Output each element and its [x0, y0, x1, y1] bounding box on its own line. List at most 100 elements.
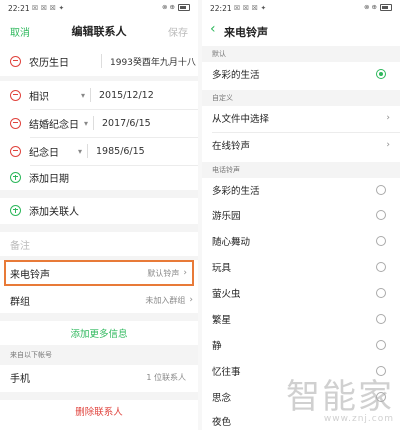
ringtone-name: 静: [212, 341, 222, 352]
date-value[interactable]: 2017/6/15: [102, 118, 151, 129]
lunar-birthday-row[interactable]: 农历生日 1993癸酉年九月十八: [0, 49, 198, 73]
chevron-right-icon: ›: [386, 113, 390, 123]
radio-icon[interactable]: [376, 210, 386, 220]
radio-icon[interactable]: [376, 314, 386, 324]
chevron-down-icon[interactable]: ▾: [81, 91, 85, 100]
watermark-logo: 智能家: [286, 377, 394, 417]
section-gap: [0, 190, 198, 198]
back-arrow-icon[interactable]: ‹: [210, 21, 216, 37]
radio-icon[interactable]: [376, 340, 386, 350]
date-row[interactable]: 纪念日 ▾ 1985/6/15: [0, 139, 198, 163]
ringtone-option[interactable]: 多彩的生活: [202, 62, 400, 86]
add-related-row[interactable]: 添加关联人: [0, 199, 198, 221]
chevron-right-icon: ›: [183, 268, 187, 278]
add-related-label: 添加关联人: [29, 206, 79, 218]
group-value: 未加入群组: [145, 295, 186, 305]
radio-icon[interactable]: [376, 262, 386, 272]
ringtone-row[interactable]: 来电铃声 默认铃声 ›: [4, 260, 194, 286]
ringtone-header: ‹ 来电铃声: [202, 16, 400, 44]
section-gap: [0, 392, 198, 400]
chevron-right-icon: ›: [386, 140, 390, 150]
date-row[interactable]: 结婚纪念日 ▾ 2017/6/15: [0, 111, 198, 135]
ringtone-name: 多彩的生活: [212, 70, 260, 81]
section-gap: [0, 76, 198, 81]
notification-icons: ☒ ☒ ☒ ✦: [32, 4, 65, 12]
page-title: 来电铃声: [224, 26, 268, 39]
ringtone-name: 忆往事: [212, 367, 241, 378]
add-icon: [10, 204, 21, 216]
date-label: 结婚纪念日: [29, 119, 79, 131]
ringtone-name: 随心舞动: [212, 237, 251, 248]
delete-contact-button[interactable]: 删除联系人: [0, 404, 198, 418]
ringtone-value: 默认铃声: [147, 268, 180, 278]
radio-selected-icon[interactable]: [376, 69, 386, 79]
radio-icon[interactable]: [376, 185, 386, 195]
ringtone-option[interactable]: 随心舞动: [202, 229, 400, 253]
radio-icon[interactable]: [376, 236, 386, 246]
accounts-header: 来自以下帐号: [10, 351, 52, 359]
lunar-birthday-value[interactable]: 1993癸酉年九月十八: [110, 55, 196, 68]
add-icon: [10, 171, 21, 183]
status-time: 22:21: [8, 4, 30, 13]
chevron-right-icon: ›: [189, 295, 193, 305]
chevron-down-icon[interactable]: ▾: [84, 119, 88, 128]
accounts-section: 来自以下帐号: [0, 345, 198, 365]
section-header-phone-ringtones: 电话铃声: [202, 162, 400, 178]
notes-field[interactable]: 备注: [0, 233, 198, 255]
ringtone-name: 玩具: [212, 263, 232, 274]
remove-date-icon[interactable]: [10, 117, 21, 129]
ringtone-option[interactable]: 静: [202, 333, 400, 357]
date-label: 纪念日: [29, 147, 59, 159]
status-right: ⊗ ⊕: [162, 3, 190, 11]
ringtone-option[interactable]: 游乐园: [202, 203, 400, 227]
divider: [93, 116, 95, 130]
divider: [101, 54, 102, 68]
notes-placeholder: 备注: [10, 240, 30, 252]
ringtone-option[interactable]: 萤火虫: [202, 281, 400, 305]
ringtone-label: 来电铃声: [10, 269, 50, 281]
item-label: 在线铃声: [212, 141, 251, 152]
remove-date-icon[interactable]: [10, 89, 21, 101]
divider: [90, 88, 92, 102]
remove-date-icon[interactable]: [10, 145, 21, 157]
choose-from-file-item[interactable]: 从文件中选择 ›: [202, 106, 400, 130]
signal-icons: ⊗ ⊕: [162, 3, 175, 11]
group-row[interactable]: 群组 未加入群组 ›: [0, 289, 198, 311]
ringtone-option[interactable]: 多彩的生活: [202, 178, 400, 202]
account-value: 1 位联系人: [146, 372, 186, 382]
item-label: 从文件中选择: [212, 114, 270, 125]
add-more-info-button[interactable]: 添加更多信息: [0, 326, 198, 340]
ringtone-name: 萤火虫: [212, 289, 241, 300]
watermark: 智能家 www.znj.com: [286, 380, 394, 424]
date-value[interactable]: 2015/12/12: [99, 90, 154, 101]
edit-contact-header: 取消 编辑联系人 保存: [0, 16, 198, 44]
radio-icon[interactable]: [376, 288, 386, 298]
account-label: 手机: [10, 373, 30, 385]
radio-icon[interactable]: [376, 366, 386, 376]
ringtone-option[interactable]: 繁星: [202, 307, 400, 331]
status-bar: 22:21 ☒ ☒ ☒ ✦ ⊗ ⊕: [202, 0, 400, 16]
add-date-label: 添加日期: [29, 173, 69, 185]
status-time: 22:21: [210, 4, 232, 13]
lunar-birthday-label: 农历生日: [29, 57, 69, 69]
save-button[interactable]: 保存: [168, 24, 188, 39]
ringtone-option[interactable]: 玩具: [202, 255, 400, 279]
chevron-down-icon[interactable]: ▾: [78, 147, 82, 156]
date-row[interactable]: 相识 ▾ 2015/12/12: [0, 83, 198, 107]
date-value[interactable]: 1985/6/15: [96, 146, 145, 157]
status-bar: 22:21 ☒ ☒ ☒ ✦ ⊗ ⊕: [0, 0, 198, 16]
divider: [87, 144, 89, 158]
ringtone-name: 思念: [212, 393, 232, 404]
notification-icons: ☒ ☒ ☒ ✦: [234, 4, 267, 12]
add-date-row[interactable]: 添加日期: [0, 166, 198, 188]
battery-icon: [380, 3, 392, 11]
battery-icon: [178, 3, 190, 11]
remove-lunar-birthday-icon[interactable]: [10, 55, 21, 67]
ringtone-name: 游乐园: [212, 211, 241, 222]
account-row[interactable]: 手机 1 位联系人: [0, 366, 198, 388]
online-ringtone-item[interactable]: 在线铃声 ›: [202, 133, 400, 157]
section-header-default: 默认: [202, 46, 400, 62]
group-label: 群组: [10, 296, 30, 308]
ringtone-name: 夜色: [212, 417, 232, 428]
ringtone-screen: 22:21 ☒ ☒ ☒ ✦ ⊗ ⊕ ‹ 来电铃声 默认 多彩的生活 自定义 从文…: [202, 0, 400, 430]
